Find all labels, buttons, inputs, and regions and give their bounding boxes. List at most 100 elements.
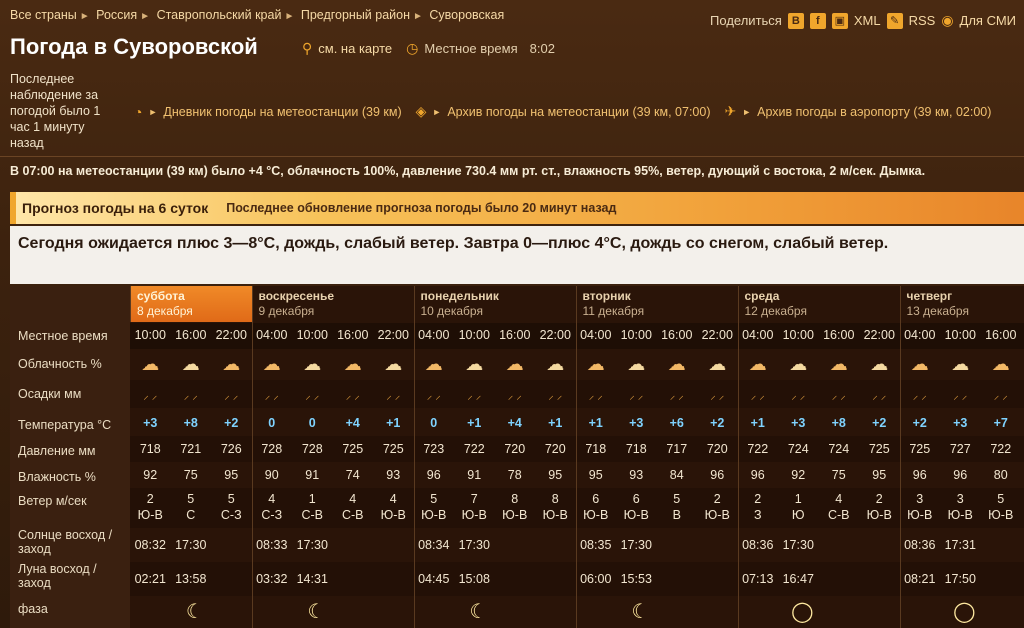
time-cell: 22:00 xyxy=(215,328,247,342)
wind-speed-cell: 5 xyxy=(430,492,438,506)
pressure-cell: 727 xyxy=(949,442,971,456)
map-pin-icon: ⚲ xyxy=(302,40,313,56)
temp-cell: 0 xyxy=(308,416,316,430)
note-icon[interactable]: ✎ xyxy=(886,12,903,29)
chevron-right-icon: ► xyxy=(140,11,151,22)
bookmark-icon[interactable]: ▣ xyxy=(831,12,848,29)
rain-icon: ⸝ ⸝ xyxy=(750,390,765,402)
airport-link[interactable]: Архив погоды в аэропорту (39 км, 02:00) xyxy=(757,105,991,119)
time-cell: 10:00 xyxy=(944,328,976,342)
wind-dir-cell: С-В xyxy=(301,508,324,522)
wind-dir-cell: Ю-В xyxy=(907,508,933,522)
pressure-cell: 718 xyxy=(625,442,647,456)
share-bar: Поделиться B f ▣ XML ✎ RSS ◉ Для СМИ xyxy=(710,12,1016,29)
humidity-cell: 95 xyxy=(588,468,603,482)
wind-speed-cell: 4 xyxy=(835,492,843,506)
moonset-cell: 15:53 xyxy=(620,572,652,586)
wind-dir-cell: В xyxy=(672,508,681,522)
temp-cell: 0 xyxy=(268,416,276,430)
rss-link[interactable]: RSS xyxy=(909,13,936,28)
humidity-cell: 93 xyxy=(629,468,644,482)
wind-speed-cell: 2 xyxy=(713,492,721,506)
cloud-icon: ☁ xyxy=(222,354,241,374)
sunset-cell: 17:30 xyxy=(620,538,652,552)
rain-icon: ⸝ ⸝ xyxy=(791,390,806,402)
humidity-cell: 96 xyxy=(750,468,765,482)
row-bg-phase xyxy=(130,596,1024,628)
cloud-icon: ☁ xyxy=(748,354,767,374)
moonset-cell: 13:58 xyxy=(175,572,207,586)
wind-speed-cell: 2 xyxy=(146,492,154,506)
breadcrumb-item-countries[interactable]: Все страны xyxy=(10,8,77,22)
sunset-cell: 17:30 xyxy=(296,538,328,552)
humidity-cell: 93 xyxy=(386,468,401,482)
wind-speed-cell: 4 xyxy=(389,492,397,506)
map-link[interactable]: см. на карте xyxy=(318,41,392,56)
wind-speed-cell: 1 xyxy=(308,492,316,506)
humidity-cell: 96 xyxy=(710,468,725,482)
wind-speed-cell: 2 xyxy=(754,492,762,506)
rain-icon: ⸝ ⸝ xyxy=(993,390,1008,402)
wind-dir-cell: Ю-В xyxy=(866,508,892,522)
rain-icon: ⸝ ⸝ xyxy=(548,390,563,402)
day-header: среда 12 декабря xyxy=(737,286,900,322)
moonrise-cell: 04:45 xyxy=(418,572,450,586)
blog-share-icon[interactable]: B xyxy=(787,12,804,29)
archive-link[interactable]: Архив погоды на метеостанции (39 км, 07:… xyxy=(447,105,710,119)
breadcrumb-item-district[interactable]: Предгорный район xyxy=(301,8,410,22)
moon-phase-icon: ◯ xyxy=(953,601,976,623)
breadcrumb-item-russia[interactable]: Россия xyxy=(96,8,137,22)
moonrise-cell: 07:13 xyxy=(742,572,774,586)
day-date: 13 декабря xyxy=(906,304,969,318)
moonset-cell: 16:47 xyxy=(782,572,814,586)
rain-icon: ⸝ ⸝ xyxy=(629,390,644,402)
diary-link[interactable]: Дневник погоды на метеостанции (39 км) xyxy=(163,105,401,119)
facebook-share-icon[interactable]: f xyxy=(809,12,826,29)
time-cell: 16:00 xyxy=(985,328,1017,342)
time-cell: 10:00 xyxy=(782,328,814,342)
sunset-cell: 17:31 xyxy=(944,538,976,552)
rain-icon: ⸝ ⸝ xyxy=(872,390,887,402)
wind-speed-cell: 8 xyxy=(551,492,559,506)
moon-phase-icon: ☾ xyxy=(185,601,204,623)
cloud-icon: ☁ xyxy=(505,354,524,374)
rain-icon: ⸝ ⸝ xyxy=(426,390,441,402)
moonrise-cell: 08:21 xyxy=(904,572,936,586)
pressure-cell: 726 xyxy=(220,442,242,456)
wind-dir-cell: Ю-В xyxy=(704,508,730,522)
moonset-cell: 17:50 xyxy=(944,572,976,586)
pressure-cell: 720 xyxy=(544,442,566,456)
humidity-cell: 74 xyxy=(345,468,360,482)
wind-dir-cell: С-З xyxy=(261,508,283,522)
moonrise-cell: 03:32 xyxy=(256,572,288,586)
humidity-cell: 75 xyxy=(831,468,846,482)
humidity-cell: 95 xyxy=(224,468,239,482)
temp-cell: +2 xyxy=(912,416,927,430)
time-cell: 16:00 xyxy=(337,328,369,342)
pressure-cell: 724 xyxy=(828,442,850,456)
moonrise-cell: 06:00 xyxy=(580,572,612,586)
chevron-right-icon: ► xyxy=(148,106,158,117)
breadcrumb-item-region[interactable]: Ставропольский край xyxy=(157,8,282,22)
wind-speed-cell: 5 xyxy=(187,492,195,506)
cloud-icon: ☁ xyxy=(181,354,200,374)
rss-icon[interactable]: ◉ xyxy=(941,12,953,29)
wind-dir-cell: Ю-В xyxy=(947,508,973,522)
time-cell: 22:00 xyxy=(863,328,895,342)
rain-icon: ⸝ ⸝ xyxy=(710,390,725,402)
archive-icon: ◈ xyxy=(415,103,427,119)
cloud-icon: ☁ xyxy=(910,354,929,374)
wind-speed-cell: 1 xyxy=(794,492,802,506)
row-labels: Местное время Облачность % Осадки мм Тем… xyxy=(10,286,130,628)
media-link[interactable]: Для СМИ xyxy=(960,13,1016,28)
breadcrumb: Все страны ► Россия ► Ставропольский край ►… xyxy=(10,8,504,22)
xml-link[interactable]: XML xyxy=(854,13,881,28)
cloud-icon: ☁ xyxy=(708,354,727,374)
cloud-icon: ☁ xyxy=(991,354,1010,374)
cloud-icon: ☁ xyxy=(627,354,646,374)
moon-phase-icon: ☾ xyxy=(307,601,326,623)
sunset-cell: 17:30 xyxy=(175,538,207,552)
temp-cell: +6 xyxy=(669,416,684,430)
temp-cell: +1 xyxy=(548,416,563,430)
day-header: суббота 8 декабря xyxy=(130,286,252,322)
